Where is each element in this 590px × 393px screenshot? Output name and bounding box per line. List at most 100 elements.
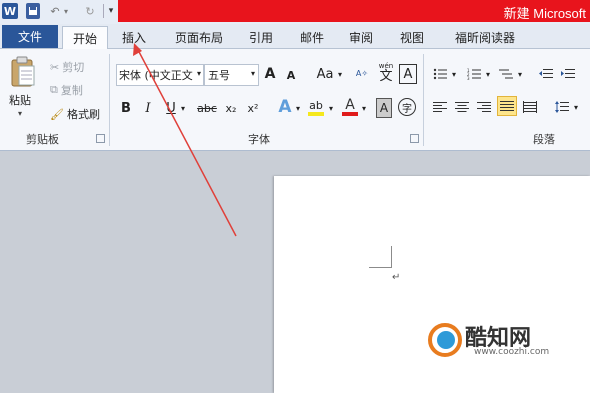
customize-qat-icon[interactable]: ▾ — [106, 3, 116, 19]
change-case-dropdown-icon[interactable]: ▾ — [336, 64, 344, 84]
increase-indent-button[interactable] — [560, 66, 576, 82]
align-center-icon — [455, 102, 469, 112]
undo-dropdown-icon[interactable]: ▾ — [62, 3, 70, 19]
font-group-label: 字体 — [248, 133, 270, 146]
redo-icon[interactable]: ↻ — [84, 3, 96, 19]
font-name-select[interactable]: 宋体 (中文正文 ▾ — [116, 64, 204, 86]
align-right-button[interactable] — [476, 99, 492, 115]
clipboard-dialog-launcher-icon[interactable] — [96, 134, 105, 143]
character-shading-button[interactable]: A — [376, 98, 392, 118]
tab-foxit-reader[interactable]: 福昕阅读器 — [446, 26, 524, 48]
tab-file[interactable]: 文件 — [2, 25, 58, 48]
svg-text:3: 3 — [467, 76, 470, 80]
bold-button[interactable]: B — [118, 98, 134, 118]
copy-label: 复制 — [60, 84, 83, 97]
font-color-button[interactable]: A — [341, 96, 359, 118]
copy-icon: ⧉ — [50, 83, 58, 96]
group-divider — [423, 54, 424, 146]
tab-references[interactable]: 引用 — [242, 26, 280, 48]
grow-font-button[interactable]: A — [262, 64, 278, 84]
qat-divider — [103, 4, 104, 18]
shrink-font-button[interactable]: A — [284, 66, 298, 84]
word-app-icon[interactable]: W — [2, 3, 18, 19]
phonetic-guide-button[interactable]: wén 文 — [377, 60, 395, 84]
justify-icon — [500, 101, 514, 111]
highlight-color-swatch — [308, 111, 324, 116]
multilevel-list-icon — [499, 69, 513, 79]
underline-dropdown-icon[interactable]: ▾ — [179, 98, 187, 118]
font-size-value: 五号 — [208, 69, 230, 82]
highlight-label: ab — [309, 98, 323, 112]
bullets-button[interactable] — [432, 66, 448, 82]
font-color-swatch — [342, 112, 358, 116]
tab-review[interactable]: 审阅 — [340, 26, 382, 48]
tab-insert[interactable]: 插入 — [114, 26, 154, 48]
format-painter-button[interactable]: 🖌 格式刷 — [50, 106, 100, 122]
font-size-select[interactable]: 五号 ▾ — [204, 64, 259, 86]
increase-indent-icon — [561, 69, 575, 78]
scissors-icon: ✂ — [50, 60, 60, 74]
phonetic-icon: 文 — [379, 68, 393, 84]
decrease-indent-button[interactable] — [538, 66, 554, 82]
clipboard-group-label: 剪贴板 — [26, 133, 59, 146]
chevron-down-icon: ▾ — [196, 69, 201, 78]
strikethrough-button[interactable]: abc — [196, 98, 218, 118]
format-painter-label: 格式刷 — [66, 108, 100, 121]
cut-button[interactable]: ✂ 剪切 — [50, 59, 84, 75]
document-page[interactable] — [274, 176, 590, 393]
margin-corner-mark — [391, 246, 392, 268]
tab-view[interactable]: 视图 — [390, 26, 434, 48]
align-center-button[interactable] — [454, 99, 470, 115]
text-effects-dropdown-icon[interactable]: ▾ — [294, 98, 302, 118]
highlight-button[interactable]: ab — [306, 96, 326, 118]
italic-button[interactable]: I — [140, 98, 156, 118]
multilevel-list-button[interactable] — [498, 66, 514, 82]
font-dialog-launcher-icon[interactable] — [410, 134, 419, 143]
numbering-button[interactable]: 123 — [466, 66, 482, 82]
chevron-down-icon: ▾ — [250, 69, 255, 78]
paste-button[interactable]: 粘贴 — [9, 92, 31, 108]
align-left-button[interactable] — [432, 99, 448, 115]
text-effects-button[interactable]: A — [276, 96, 294, 118]
window-title: 新建 Microsoft — [503, 6, 586, 21]
font-name-value: 宋体 (中文正文 — [119, 69, 193, 82]
group-divider — [109, 54, 110, 146]
highlight-dropdown-icon[interactable]: ▾ — [327, 98, 335, 118]
tab-page-layout[interactable]: 页面布局 — [162, 26, 236, 48]
tab-home[interactable]: 开始 — [62, 26, 108, 50]
copy-button[interactable]: ⧉ 复制 — [50, 82, 83, 98]
clear-formatting-icon: A✧ — [355, 68, 369, 78]
align-right-icon — [477, 102, 491, 112]
line-spacing-icon — [555, 101, 569, 113]
watermark-logo-inner-icon — [437, 331, 455, 349]
paste-icon[interactable] — [10, 56, 36, 88]
tab-mailings[interactable]: 邮件 — [291, 26, 333, 48]
change-case-button[interactable]: Aa — [314, 64, 336, 84]
paste-dropdown-icon[interactable]: ▾ — [18, 109, 22, 118]
justify-button[interactable] — [497, 96, 517, 116]
brush-icon: 🖌 — [50, 107, 64, 121]
watermark-url: www.coozhi.com — [474, 347, 550, 357]
save-icon[interactable] — [26, 3, 40, 19]
cut-label: 剪切 — [62, 61, 85, 74]
bullets-dropdown-icon[interactable]: ▾ — [450, 66, 458, 82]
font-color-dropdown-icon[interactable]: ▾ — [360, 98, 368, 118]
undo-icon[interactable]: ↶ — [49, 3, 61, 19]
margin-corner-mark — [369, 267, 391, 268]
enclose-characters-button[interactable]: 字 — [398, 98, 416, 116]
underline-button[interactable]: U — [164, 98, 178, 118]
paragraph-mark: ↵ — [392, 272, 401, 283]
character-border-button[interactable]: A — [399, 64, 417, 84]
numbering-dropdown-icon[interactable]: ▾ — [484, 66, 492, 82]
superscript-button[interactable]: x² — [244, 98, 262, 118]
multilevel-dropdown-icon[interactable]: ▾ — [516, 66, 524, 82]
align-left-icon — [433, 102, 447, 112]
subscript-button[interactable]: x₂ — [222, 98, 240, 118]
distributed-icon — [523, 101, 537, 113]
distributed-button[interactable] — [522, 99, 538, 115]
decrease-indent-icon — [539, 69, 553, 78]
line-spacing-button[interactable] — [554, 99, 570, 115]
line-spacing-dropdown-icon[interactable]: ▾ — [572, 99, 580, 115]
clear-formatting-button[interactable]: A✧ — [351, 62, 373, 84]
numbering-icon: 123 — [467, 68, 481, 80]
